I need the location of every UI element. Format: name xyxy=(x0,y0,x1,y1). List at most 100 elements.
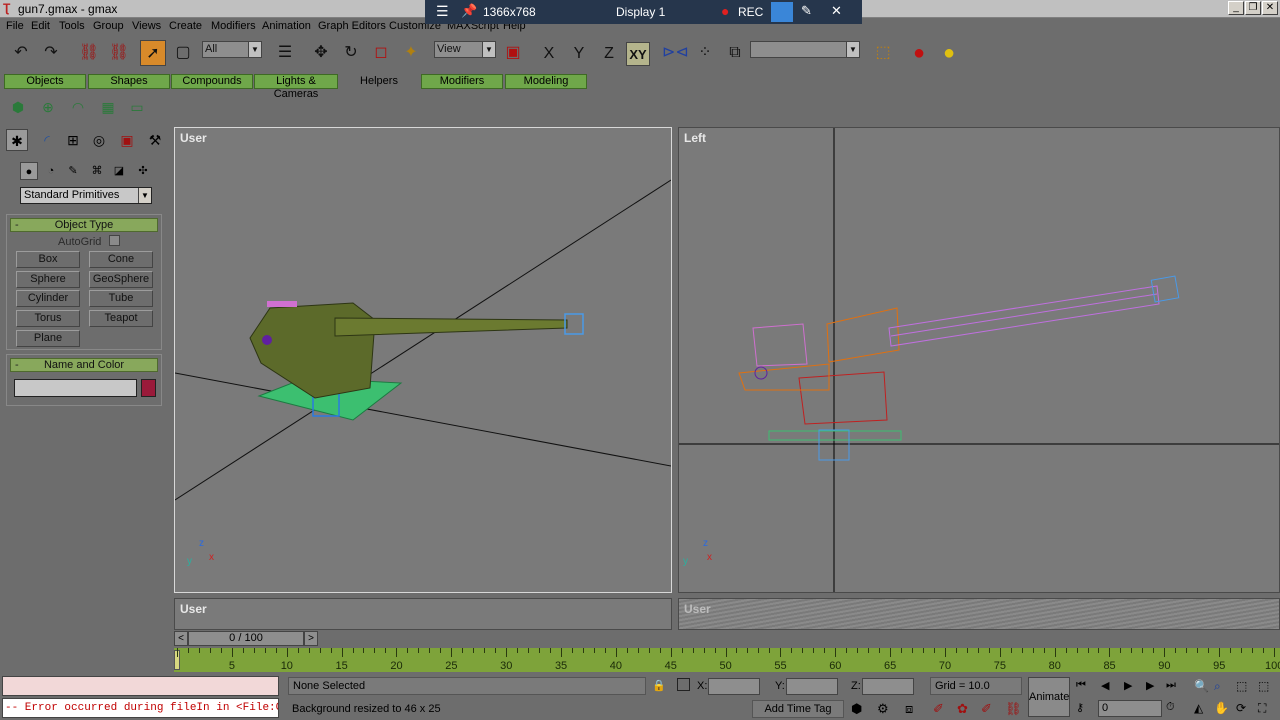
mirror-icon[interactable]: ⊳⊲ xyxy=(662,40,689,66)
shapes-category-icon[interactable]: ◔ xyxy=(42,162,60,180)
render-scene-icon[interactable]: ● xyxy=(936,40,962,66)
cylinder-button[interactable]: Cylinder xyxy=(16,290,80,307)
tape-helper-icon[interactable]: ▭ xyxy=(126,96,148,118)
field-of-view-icon[interactable]: ◭ xyxy=(1194,701,1203,715)
cameras-category-icon[interactable]: ⌘ xyxy=(88,162,106,180)
display-label[interactable]: Display 1 xyxy=(616,5,665,19)
frame-counter[interactable]: 0 / 100 xyxy=(188,631,304,646)
object-type-header[interactable]: - Object Type xyxy=(10,218,158,232)
y-coord-field[interactable] xyxy=(786,678,838,695)
menu-edit[interactable]: Edit xyxy=(31,20,50,32)
hamburger-icon[interactable]: ☰ xyxy=(436,3,449,20)
lock-icon[interactable]: 🔒 xyxy=(652,679,666,692)
select-and-link-icon[interactable]: ⛓ xyxy=(76,40,102,66)
add-time-tag-button[interactable]: Add Time Tag xyxy=(752,700,844,718)
arc-rotate-icon[interactable]: ⟳ xyxy=(1236,701,1246,715)
geometry-category-icon[interactable]: ● xyxy=(20,162,38,180)
array-icon[interactable]: ⁘ xyxy=(692,40,718,66)
tab-modifiers[interactable]: Modifiers xyxy=(421,74,503,89)
undo-icon[interactable]: ↶ xyxy=(8,40,34,66)
tab-objects[interactable]: Objects xyxy=(4,74,86,89)
menu-create[interactable]: Create xyxy=(169,20,202,32)
zoom-icon[interactable]: 🔍 xyxy=(1194,679,1209,693)
axis-y-button[interactable]: Y xyxy=(567,42,591,66)
absolute-mode-icon[interactable] xyxy=(677,678,690,691)
menu-modifiers[interactable]: Modifiers xyxy=(211,20,256,32)
sphere-button[interactable]: Sphere xyxy=(16,271,80,288)
grid-helper-icon[interactable]: ▦ xyxy=(97,96,119,118)
name-color-header[interactable]: - Name and Color xyxy=(10,358,158,372)
menu-animation[interactable]: Animation xyxy=(262,20,311,32)
transform-center-icon[interactable]: ▣ xyxy=(500,40,526,66)
tab-helpers[interactable]: Helpers xyxy=(339,74,419,89)
brush-icon[interactable]: ✐ xyxy=(981,701,992,717)
close-button[interactable]: ✕ xyxy=(1262,1,1278,15)
reference-coordinate-dropdown[interactable]: View ▼ xyxy=(434,41,496,58)
render-cube-icon[interactable]: ⬢ xyxy=(851,701,862,717)
zoom-extents-all-icon[interactable]: ⬚ xyxy=(1258,679,1269,693)
zoom-extents-icon[interactable]: ⬚ xyxy=(1236,679,1247,693)
viewport-user-perspective[interactable]: User y z x xyxy=(174,127,672,593)
tube-button[interactable]: Tube xyxy=(89,290,153,307)
viewport-left[interactable]: Left y z x xyxy=(678,127,1280,593)
select-object-icon[interactable]: ➚ xyxy=(140,40,166,66)
box-icon[interactable]: ⧈ xyxy=(905,701,913,717)
pin-icon[interactable]: 📌 xyxy=(461,3,477,19)
box-button[interactable]: Box xyxy=(16,251,80,268)
pencil-icon[interactable]: ✎ xyxy=(801,3,812,19)
go-to-start-icon[interactable]: ⏮ xyxy=(1076,679,1086,692)
utilities-panel-icon[interactable]: ⚒ xyxy=(144,129,166,151)
scale-icon[interactable]: ◻ xyxy=(368,40,394,66)
cone-button[interactable]: Cone xyxy=(89,251,153,268)
link-icon[interactable]: ⛓ xyxy=(1005,701,1022,717)
maximize-viewport-icon[interactable]: ⛶ xyxy=(1258,701,1266,716)
tab-compounds[interactable]: Compounds xyxy=(171,74,253,89)
primitive-category-dropdown[interactable]: Standard Primitives ▼ xyxy=(20,187,152,204)
axis-xy-button[interactable]: XY xyxy=(626,42,650,66)
move-icon[interactable]: ✥ xyxy=(308,40,334,66)
restore-button[interactable]: ❐ xyxy=(1245,1,1261,15)
next-frame-icon[interactable]: ▶ xyxy=(1146,679,1154,692)
helpers-category-icon[interactable]: ◪ xyxy=(110,162,128,180)
snap-toggle-icon[interactable]: ⬚ xyxy=(870,40,896,66)
material-editor-icon[interactable]: ● xyxy=(906,40,932,66)
go-to-end-icon[interactable]: ⏭ xyxy=(1166,679,1176,692)
play-icon[interactable]: ▶ xyxy=(1124,679,1132,692)
viewport-label[interactable]: User xyxy=(180,602,207,616)
viewport-user-bottom-right[interactable]: User xyxy=(678,598,1280,630)
menu-group[interactable]: Group xyxy=(93,20,124,32)
teapot-button[interactable]: Teapot xyxy=(89,310,153,327)
unlink-icon[interactable]: ⛓ xyxy=(106,40,132,66)
rec-button[interactable]: REC xyxy=(738,5,763,19)
menu-tools[interactable]: Tools xyxy=(59,20,85,32)
axis-x-button[interactable]: X xyxy=(537,42,561,66)
plane-button[interactable]: Plane xyxy=(16,330,80,347)
motion-panel-icon[interactable]: ◎ xyxy=(88,129,110,151)
menu-file[interactable]: File xyxy=(6,20,24,32)
lights-category-icon[interactable]: ✎ xyxy=(64,162,82,180)
region-select-icon[interactable]: ▢ xyxy=(170,40,196,66)
viewport-user-bottom[interactable]: User xyxy=(174,598,672,630)
dummy-helper-icon[interactable]: ⬢ xyxy=(7,96,29,118)
object-color-swatch[interactable] xyxy=(141,379,156,397)
pivot-icon[interactable]: ✦ xyxy=(398,40,424,66)
geosphere-button[interactable]: GeoSphere xyxy=(89,271,153,288)
maxscript-listener-input[interactable] xyxy=(2,676,279,696)
next-frame-button[interactable]: > xyxy=(304,631,318,646)
selection-filter-dropdown[interactable]: All ▼ xyxy=(202,41,262,58)
modify-panel-icon[interactable]: ◜ xyxy=(36,129,58,151)
gear-icon[interactable]: ⚙ xyxy=(877,701,889,717)
rotate-icon[interactable]: ↻ xyxy=(338,40,364,66)
skin-icon[interactable]: ✿ xyxy=(957,701,968,717)
space-warps-category-icon[interactable]: ✣ xyxy=(134,162,152,180)
tab-lights-cameras[interactable]: Lights & Cameras xyxy=(254,74,338,100)
current-frame-field[interactable]: 0 xyxy=(1098,700,1162,717)
menu-views[interactable]: Views xyxy=(132,20,161,32)
torus-button[interactable]: Torus xyxy=(16,310,80,327)
close-overlay-icon[interactable]: ✕ xyxy=(831,3,842,19)
align-icon[interactable]: ⧉ xyxy=(722,40,748,66)
animate-button[interactable]: Animate xyxy=(1028,677,1070,717)
object-name-input[interactable] xyxy=(14,379,137,397)
previous-frame-icon[interactable]: ◀ xyxy=(1101,679,1109,692)
axis-z-button[interactable]: Z xyxy=(597,42,621,66)
